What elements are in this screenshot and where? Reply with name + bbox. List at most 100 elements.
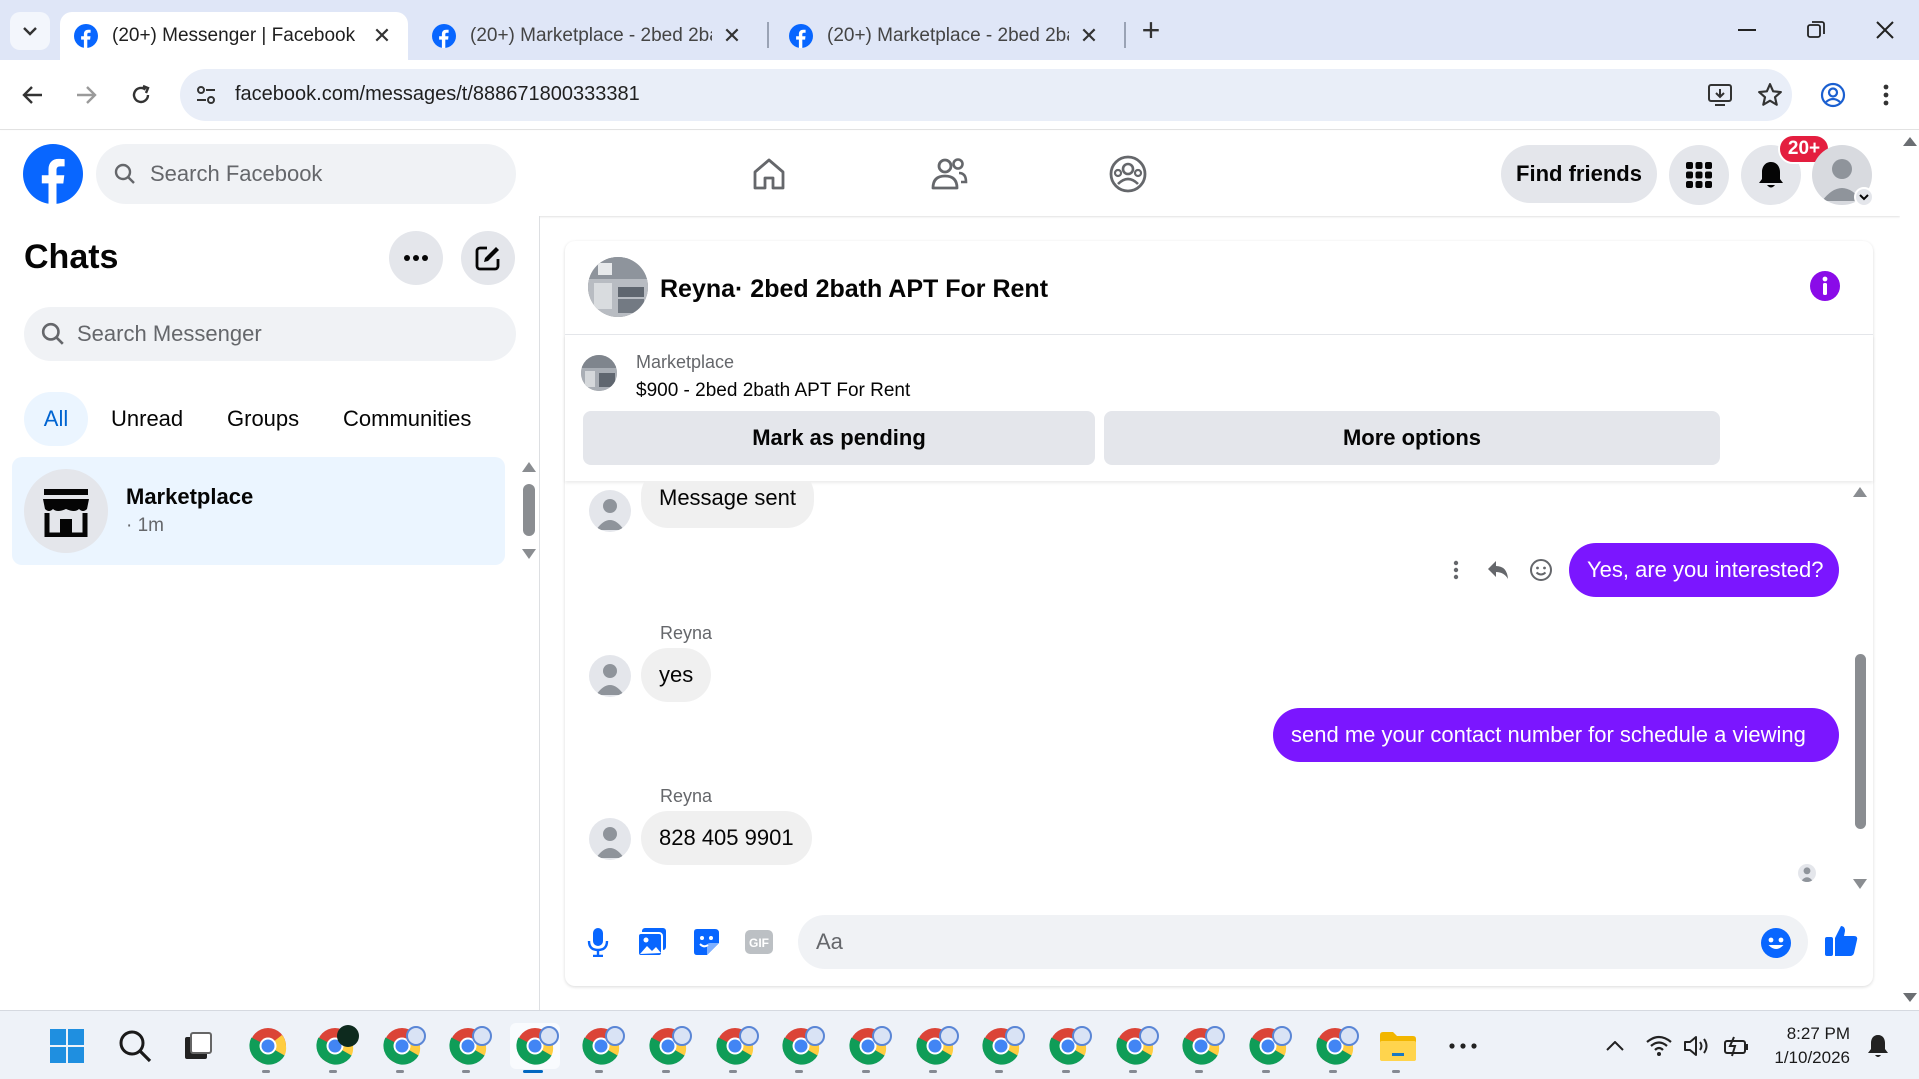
close-tab-icon[interactable]: ✕	[370, 23, 394, 49]
message-input-box[interactable]	[798, 915, 1808, 969]
find-friends-button[interactable]: Find friends	[1501, 145, 1657, 203]
chats-options-button[interactable]	[389, 231, 443, 285]
gif-button[interactable]: GIF	[742, 925, 776, 959]
chrome-window-button[interactable]	[510, 1023, 560, 1073]
conversation-title[interactable]: Reyna· 2bed 2bath APT For Rent	[660, 275, 1048, 304]
react-button[interactable]	[1526, 555, 1556, 585]
message-bubble-outgoing[interactable]: Yes, are you interested?	[1569, 543, 1839, 597]
task-view-button[interactable]	[175, 1023, 221, 1069]
info-icon[interactable]	[1809, 270, 1841, 302]
taskbar-search-button[interactable]	[112, 1023, 158, 1069]
facebook-search[interactable]	[96, 144, 516, 204]
chrome-window-button[interactable]	[377, 1023, 427, 1073]
message-bubble-incoming[interactable]: yes	[641, 648, 712, 702]
attach-photo-button[interactable]	[635, 925, 669, 959]
mark-as-pending-button[interactable]: Mark as pending	[583, 411, 1095, 465]
bookmark-star-icon[interactable]	[1757, 82, 1783, 108]
message-input[interactable]	[816, 915, 1716, 969]
browser-menu-button[interactable]	[1867, 76, 1905, 114]
chrome-window-button[interactable]	[1043, 1023, 1093, 1073]
account-dropdown[interactable]	[1854, 187, 1874, 207]
filter-groups[interactable]: Groups	[212, 392, 314, 446]
thread-scroll-up-arrow[interactable]	[1853, 487, 1867, 497]
nav-home[interactable]	[744, 149, 794, 199]
battery-status[interactable]	[1716, 1023, 1754, 1069]
filter-all[interactable]: All	[24, 392, 88, 446]
voice-clip-button[interactable]	[581, 925, 615, 959]
chat-list-item[interactable]: Marketplace · 1m	[12, 457, 505, 565]
minimize-button[interactable]	[1722, 10, 1772, 50]
scroll-down-arrow[interactable]	[522, 549, 536, 559]
restore-button[interactable]	[1791, 10, 1841, 50]
message-bubble-outgoing[interactable]: send me your contact number for schedule…	[1273, 708, 1839, 762]
nav-groups[interactable]	[1103, 149, 1153, 199]
chrome-window-button[interactable]	[310, 1023, 360, 1073]
close-window-button[interactable]	[1860, 10, 1910, 50]
menu-button[interactable]	[1669, 145, 1729, 205]
start-button[interactable]	[44, 1023, 90, 1069]
chrome-window-button[interactable]	[843, 1023, 893, 1073]
address-bar[interactable]: facebook.com/messages/t/888671800333381	[180, 69, 1792, 121]
wifi-status[interactable]	[1640, 1023, 1678, 1069]
more-apps-button[interactable]	[1440, 1023, 1486, 1069]
chrome-window-button[interactable]	[1176, 1023, 1226, 1073]
page-scroll-up-arrow[interactable]	[1903, 137, 1917, 146]
facebook-logo-icon[interactable]	[23, 144, 83, 204]
install-app-icon[interactable]	[1707, 82, 1733, 108]
show-hidden-icons-button[interactable]	[1591, 1023, 1639, 1069]
sender-avatar[interactable]	[589, 490, 631, 532]
message-bubble-incoming[interactable]: Message sent	[641, 481, 814, 528]
thread-scroll-down-arrow[interactable]	[1853, 879, 1867, 889]
sender-avatar[interactable]	[589, 655, 631, 697]
system-clock[interactable]: 8:27 PM 1/10/2026	[1770, 1022, 1850, 1070]
close-tab-icon[interactable]: ✕	[1077, 23, 1101, 49]
chrome-window-button[interactable]	[910, 1023, 960, 1073]
chrome-window-button[interactable]	[576, 1023, 626, 1073]
sender-avatar[interactable]	[589, 818, 631, 860]
conversation-avatar[interactable]	[588, 257, 648, 317]
notification-center-button[interactable]	[1858, 1023, 1898, 1069]
messenger-search[interactable]	[24, 307, 516, 361]
back-button[interactable]	[14, 76, 52, 114]
emoji-picker-icon[interactable]	[1760, 927, 1792, 959]
filter-communities[interactable]: Communities	[328, 392, 486, 446]
new-message-button[interactable]	[461, 231, 515, 285]
chats-scrollbar-thumb[interactable]	[523, 484, 535, 536]
messenger-search-input[interactable]	[77, 307, 497, 361]
browser-tab-messenger[interactable]: (20+) Messenger | Facebook ✕	[60, 12, 408, 60]
scroll-up-arrow[interactable]	[522, 462, 536, 472]
listing-title[interactable]: $900 - 2bed 2bath APT For Rent	[636, 380, 910, 402]
chrome-window-button[interactable]	[776, 1023, 826, 1073]
nav-friends[interactable]	[924, 149, 974, 199]
filter-unread[interactable]: Unread	[96, 392, 198, 446]
chrome-window-button[interactable]	[1310, 1023, 1360, 1073]
chrome-window-button[interactable]	[1243, 1023, 1293, 1073]
site-settings-icon[interactable]	[194, 83, 218, 107]
chrome-window-button[interactable]	[1110, 1023, 1160, 1073]
browser-tab-marketplace-1[interactable]: (20+) Marketplace - 2bed 2bath ✕	[418, 12, 758, 60]
send-like-button[interactable]	[1822, 921, 1860, 959]
chrome-window-button[interactable]	[976, 1023, 1026, 1073]
reload-button[interactable]	[122, 76, 160, 114]
forward-button[interactable]	[67, 76, 105, 114]
facebook-search-input[interactable]	[150, 144, 490, 204]
sticker-button[interactable]	[689, 925, 723, 959]
message-bubble-incoming[interactable]: 828 405 9901	[641, 811, 812, 865]
file-explorer-button[interactable]	[1373, 1023, 1423, 1073]
reply-button[interactable]	[1483, 555, 1513, 585]
listing-thumbnail[interactable]	[581, 355, 617, 391]
chrome-window-button[interactable]	[443, 1023, 493, 1073]
page-scrollbar[interactable]	[1900, 131, 1919, 1010]
thread-scrollbar-thumb[interactable]	[1855, 654, 1866, 829]
chrome-window-button[interactable]	[643, 1023, 693, 1073]
new-tab-button[interactable]: +	[1136, 14, 1166, 46]
tab-search-dropdown[interactable]	[10, 12, 50, 50]
chrome-window-button[interactable]	[710, 1023, 760, 1073]
profile-button[interactable]	[1814, 76, 1852, 114]
volume-status[interactable]	[1678, 1023, 1716, 1069]
chrome-window-button[interactable]	[243, 1023, 293, 1073]
page-scroll-down-arrow[interactable]	[1903, 993, 1917, 1002]
browser-tab-marketplace-2[interactable]: (20+) Marketplace - 2bed 2bath ✕	[775, 12, 1115, 60]
more-options-button[interactable]: More options	[1104, 411, 1720, 465]
message-more-button[interactable]	[1441, 555, 1471, 585]
